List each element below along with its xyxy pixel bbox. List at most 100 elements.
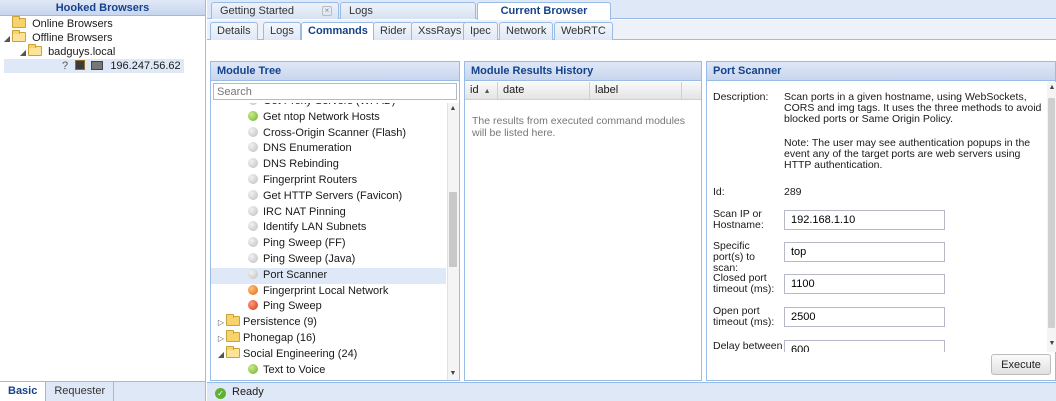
open-timeout-input[interactable]	[784, 307, 945, 327]
tab-requester[interactable]: Requester	[46, 382, 115, 401]
module-label: Phonegap (16)	[243, 331, 316, 344]
tab-logs-sub[interactable]: Logs	[263, 22, 301, 40]
tab-basic[interactable]: Basic	[0, 382, 47, 401]
module-item[interactable]: Ping Sweep (FF)	[211, 236, 446, 252]
module-item[interactable]: Fingerprint Local Network	[211, 284, 446, 300]
port-scanner-scroll-thumb[interactable]	[1048, 98, 1055, 328]
port-scanner-panel: Port Scanner Description: Scan ports in …	[706, 61, 1056, 381]
module-item[interactable]: IRC NAT Pinning	[211, 205, 446, 221]
module-item[interactable]: Cross-Origin Scanner (Flash)	[211, 126, 446, 142]
module-status-grey-icon	[248, 221, 258, 232]
left-bottom-tabs: Basic Requester	[0, 381, 205, 401]
tab-rider[interactable]: Rider	[373, 22, 414, 40]
id-value: 289	[784, 186, 802, 198]
column-label-header[interactable]: label	[590, 82, 682, 99]
ports-input[interactable]	[784, 242, 945, 262]
description-label: Description:	[713, 91, 769, 103]
column-label: id	[470, 84, 479, 96]
tree-item-label: Online Browsers	[32, 18, 113, 30]
module-status-grey-icon	[248, 103, 258, 105]
scroll-up-icon[interactable]: ▲	[1048, 84, 1056, 91]
module-label: Ping Sweep (FF)	[263, 237, 346, 250]
tab-commands[interactable]: Commands	[301, 22, 375, 40]
folder-icon	[12, 16, 26, 28]
tab-network[interactable]: Network	[499, 22, 554, 40]
module-label: Get ntop Network Hosts	[263, 110, 380, 123]
tree-item-hooked-host[interactable]: ? 196.247.56.62	[4, 59, 184, 73]
module-item[interactable]: Ping Sweep (Java)	[211, 252, 446, 268]
browser-sub-tab-bar: Details Logs Commands Rider XssRays Ipec…	[207, 20, 1056, 40]
tab-logs[interactable]: Logs	[340, 2, 476, 19]
port-scanner-title: Port Scanner	[707, 62, 1055, 81]
tab-getting-started[interactable]: Getting Started ×	[211, 2, 339, 19]
delay-input[interactable]	[784, 340, 945, 352]
tree-item-label: Offline Browsers	[32, 32, 113, 44]
execute-button[interactable]: Execute	[991, 354, 1051, 375]
tab-ipec[interactable]: Ipec	[463, 22, 498, 40]
scroll-up-icon[interactable]: ▲	[449, 105, 457, 112]
module-item[interactable]: Get ntop Network Hosts	[211, 110, 446, 126]
tab-webrtc[interactable]: WebRTC	[554, 22, 613, 40]
module-label: Port Scanner	[263, 268, 328, 281]
module-category[interactable]: ▷ Persistence (9)	[211, 314, 446, 331]
tree-item-offline-browsers[interactable]: ◢ Offline Browsers	[0, 30, 205, 46]
module-status-grey-icon	[248, 142, 258, 153]
module-label: Fingerprint Routers	[263, 173, 358, 186]
module-status-grey-icon	[248, 189, 258, 200]
scroll-down-icon[interactable]: ▼	[1048, 340, 1056, 347]
scan-host-input[interactable]	[784, 210, 945, 230]
module-label: Get HTTP Servers (Favicon)	[263, 189, 403, 202]
open-timeout-label: Open port timeout (ms):	[713, 305, 775, 328]
module-item[interactable]: Get HTTP Servers (Favicon)	[211, 189, 446, 205]
module-results-title: Module Results History	[465, 62, 701, 81]
column-id[interactable]: id ▲	[465, 82, 498, 99]
module-tree-title: Module Tree	[211, 62, 459, 81]
module-item[interactable]: Fingerprint Routers	[211, 173, 446, 189]
tab-label: Getting Started	[220, 5, 294, 17]
module-item[interactable]: Get Proxy Servers (WPAD)	[211, 103, 446, 110]
module-status-green-icon	[248, 363, 258, 374]
module-label: Persistence (9)	[243, 316, 317, 329]
module-item[interactable]: Port Scanner	[211, 267, 446, 284]
module-item[interactable]: DNS Enumeration	[211, 141, 446, 157]
module-status-grey-icon	[248, 205, 258, 216]
module-status-grey-icon	[248, 268, 258, 279]
tab-details[interactable]: Details	[210, 22, 258, 40]
os-icon	[75, 60, 86, 70]
tree-item-badguys-local[interactable]: ◢ badguys.local	[0, 44, 205, 60]
module-status-red-icon	[248, 300, 258, 311]
column-date[interactable]: date	[498, 82, 590, 99]
tree-item-online-browsers[interactable]: Online Browsers	[0, 16, 205, 31]
id-label: Id:	[713, 186, 725, 198]
expanded-arrow-icon[interactable]: ◢	[18, 46, 28, 60]
module-item[interactable]: Ping Sweep	[211, 299, 446, 315]
module-label: IRC NAT Pinning	[263, 205, 346, 218]
module-search-input[interactable]	[213, 83, 457, 100]
module-category[interactable]: ▷ Phonegap (16)	[211, 329, 446, 347]
unknown-browser-icon: ?	[62, 60, 69, 72]
module-label: Ping Sweep (Java)	[263, 252, 356, 265]
module-tree-scroll-thumb[interactable]	[449, 192, 457, 267]
expanded-arrow-icon[interactable]: ◢	[2, 32, 12, 46]
collapsed-arrow-icon[interactable]: ▷	[216, 315, 226, 331]
scroll-down-icon[interactable]: ▼	[449, 370, 457, 377]
module-category[interactable]: ◢ Social Engineering (24)	[211, 345, 446, 363]
close-tab-icon[interactable]: ×	[322, 6, 332, 16]
expanded-arrow-icon[interactable]: ◢	[216, 347, 226, 363]
collapsed-arrow-icon[interactable]: ▷	[216, 331, 226, 347]
module-label: Cross-Origin Scanner (Flash)	[263, 126, 407, 139]
module-label: Text to Voice	[263, 363, 326, 376]
ready-check-icon: ✓	[215, 388, 226, 399]
module-status-grey-icon	[248, 252, 258, 263]
module-label: DNS Enumeration	[263, 142, 352, 155]
tab-xssrays[interactable]: XssRays	[411, 22, 469, 40]
module-item[interactable]: DNS Rebinding	[211, 157, 446, 173]
status-text: Ready	[232, 386, 264, 398]
module-status-grey-icon	[248, 158, 258, 169]
module-item[interactable]: Identify LAN Subnets	[211, 220, 446, 236]
module-item[interactable]: Text to Voice	[211, 363, 446, 379]
tab-current-browser[interactable]: Current Browser	[477, 2, 611, 20]
results-table-header: id ▲ date label	[465, 82, 701, 100]
host-ip-label: 196.247.56.62	[110, 60, 181, 72]
closed-timeout-input[interactable]	[784, 274, 945, 294]
